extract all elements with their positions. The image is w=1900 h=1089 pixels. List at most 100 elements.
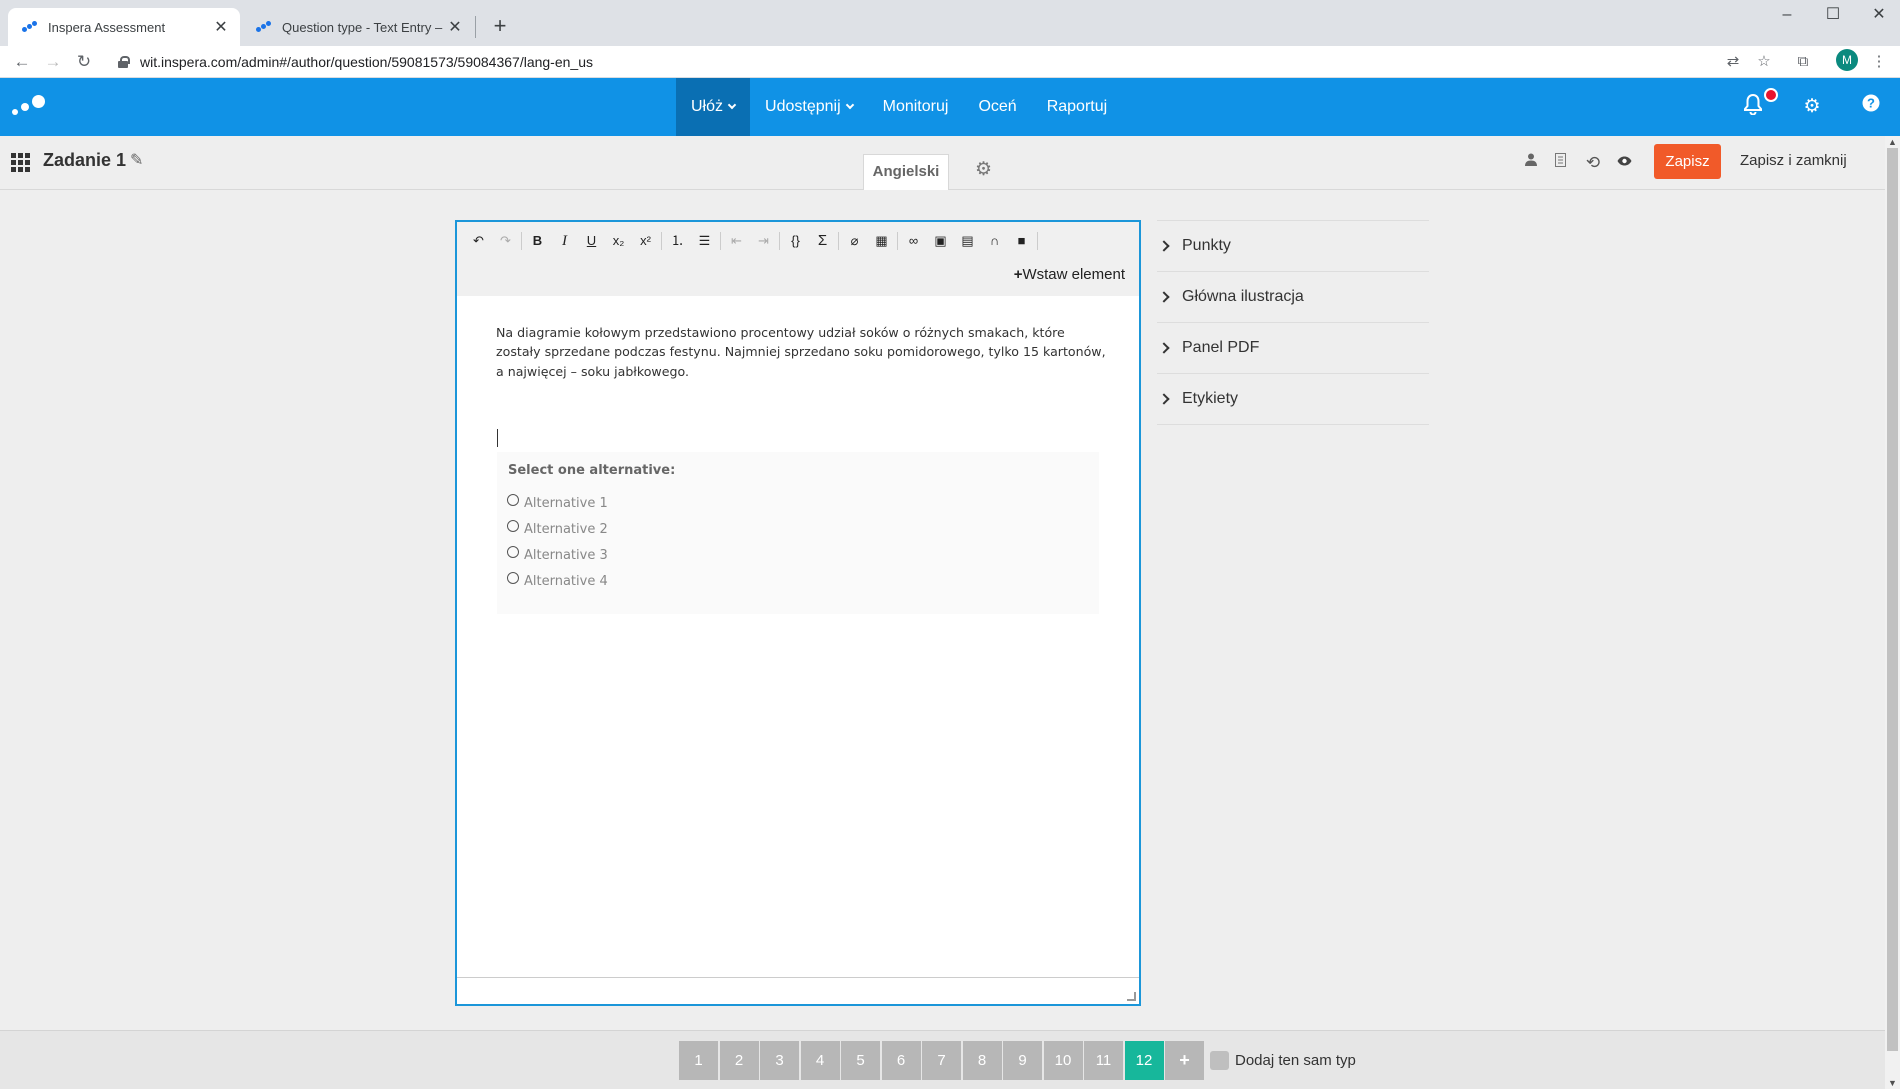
radio-button[interactable] [507, 546, 519, 558]
close-icon[interactable]: ✕ [212, 17, 230, 37]
scrollbar-thumb[interactable] [1887, 148, 1898, 1051]
alternative-item[interactable]: Alternative 2 [507, 516, 608, 542]
page-button[interactable]: 9 [1003, 1041, 1042, 1080]
superscript-icon[interactable]: x² [632, 230, 659, 252]
page-button[interactable]: 4 [800, 1041, 840, 1080]
user-icon[interactable] [1521, 153, 1541, 170]
bullet-list-icon[interactable]: ☰ [691, 230, 718, 252]
maximize-icon[interactable]: ☐ [1810, 0, 1856, 30]
menu-dots-icon[interactable]: ⋮ [1868, 51, 1890, 73]
same-type-checkbox[interactable] [1210, 1051, 1229, 1070]
alternative-label: Alternative 1 [524, 495, 608, 511]
inspera-logo[interactable] [12, 95, 48, 119]
document-icon[interactable] [1550, 153, 1570, 171]
forward-icon[interactable]: → [41, 50, 65, 74]
preview-eye-icon[interactable] [1614, 153, 1634, 170]
alternative-item[interactable]: Alternative 3 [507, 542, 608, 568]
italic-icon[interactable]: I [551, 230, 578, 252]
page-button[interactable]: 1 [679, 1041, 718, 1080]
audio-headphones-icon[interactable]: ∩ [981, 230, 1008, 252]
code-braces-icon[interactable]: {} [782, 230, 809, 252]
multiple-choice-block[interactable]: Select one alternative: Alternative 1 Al… [497, 452, 1099, 614]
bookmark-star-icon[interactable]: ☆ [1753, 51, 1775, 73]
page-button[interactable]: 3 [760, 1041, 799, 1080]
add-same-type-option[interactable]: Dodaj ten sam typ [1210, 1051, 1356, 1070]
save-button[interactable]: Zapisz [1654, 144, 1721, 179]
video-camera-icon[interactable]: ■ [1008, 230, 1035, 252]
radio-button[interactable] [507, 520, 519, 532]
outdent-icon[interactable]: ⇤ [723, 230, 750, 252]
indent-icon[interactable]: ⇥ [750, 230, 777, 252]
radio-button[interactable] [507, 572, 519, 584]
back-icon[interactable]: ← [10, 50, 34, 74]
new-tab-icon[interactable]: + [486, 12, 514, 40]
alternative-item[interactable]: Alternative 1 [507, 490, 608, 516]
accordion-etykiety[interactable]: Etykiety [1157, 374, 1429, 425]
scroll-down-arrow-icon[interactable]: ▼ [1888, 1078, 1897, 1088]
settings-gear-icon[interactable]: ⚙ [975, 158, 992, 181]
toolbar-divider [838, 232, 839, 250]
resize-handle-icon[interactable] [1127, 992, 1136, 1001]
nav-item-udostepnij[interactable]: Udostępnij [750, 78, 868, 136]
scroll-up-arrow-icon[interactable]: ▲ [1888, 137, 1897, 147]
accordion-label: Główna ilustracja [1182, 288, 1304, 305]
nav-item-monitoruj[interactable]: Monitoruj [868, 78, 964, 136]
attachment-icon[interactable]: ⌀ [841, 230, 868, 252]
page-button[interactable]: 11 [1084, 1041, 1123, 1080]
redo-icon[interactable]: ↷ [492, 230, 519, 252]
toolbar-divider [1037, 232, 1038, 250]
subscript-icon[interactable]: x₂ [605, 230, 632, 252]
link-icon[interactable]: ∞ [900, 230, 927, 252]
tab-language[interactable]: Angielski [863, 154, 949, 190]
undo-icon[interactable]: ↶ [465, 230, 492, 252]
numbered-list-icon[interactable]: ⒈ [664, 230, 691, 252]
accordion-punkty[interactable]: Punkty [1157, 221, 1429, 272]
reload-icon[interactable]: ↻ [72, 50, 96, 74]
tab-question-type[interactable]: Question type - Text Entry – Insp ✕ [242, 8, 474, 46]
bell-icon[interactable] [1739, 93, 1767, 121]
history-icon[interactable]: ⟲ [1583, 153, 1603, 173]
pdf-file-icon[interactable]: ▤ [954, 230, 981, 252]
page-button[interactable]: 6 [881, 1041, 921, 1080]
gear-icon[interactable]: ⚙ [1798, 93, 1826, 121]
accordion-glowna-ilustracja[interactable]: Główna ilustracja [1157, 272, 1429, 323]
nav-item-uloz[interactable]: Ułóż [676, 78, 751, 136]
chevron-down-icon [727, 100, 737, 110]
table-icon[interactable]: ▦ [868, 230, 895, 252]
nav-item-ocen[interactable]: Oceń [963, 78, 1031, 136]
page-button-active[interactable]: 12 [1124, 1041, 1164, 1080]
alternative-item[interactable]: Alternative 4 [507, 568, 608, 594]
underline-icon[interactable]: U [578, 230, 605, 252]
page-button[interactable]: 5 [841, 1041, 880, 1080]
page-button[interactable]: 10 [1043, 1041, 1083, 1080]
pencil-icon[interactable]: ✎ [130, 150, 143, 170]
add-question-button[interactable]: + [1165, 1041, 1204, 1080]
question-text[interactable]: Na diagramie kołowym przedstawiono proce… [496, 323, 1106, 381]
nav-item-raportuj[interactable]: Raportuj [1032, 78, 1122, 136]
insert-element-button[interactable]: +Wstaw element [1014, 266, 1125, 283]
grid-menu-icon[interactable] [11, 153, 32, 172]
translate-icon[interactable]: ⇄ [1722, 51, 1744, 73]
radio-button[interactable] [507, 494, 519, 506]
image-icon[interactable]: ▣ [927, 230, 954, 252]
extensions-icon[interactable]: ⧉ [1792, 51, 1814, 73]
browser-tabstrip: Inspera Assessment ✕ Question type - Tex… [0, 0, 1900, 46]
close-icon[interactable]: ✕ [446, 17, 464, 37]
bold-icon[interactable]: B [524, 230, 551, 252]
close-window-icon[interactable]: ✕ [1856, 0, 1900, 30]
choice-title: Select one alternative: [508, 463, 676, 478]
math-sigma-icon[interactable]: Σ [809, 230, 836, 252]
save-and-close-button[interactable]: Zapisz i zamknij [1740, 152, 1847, 169]
help-icon[interactable]: ? [1857, 93, 1885, 121]
editor-statusbar [457, 977, 1139, 1004]
page-button[interactable]: 7 [922, 1041, 961, 1080]
address-bar[interactable]: wit.inspera.com/admin#/author/question/5… [108, 49, 1763, 75]
minimize-icon[interactable]: – [1764, 0, 1810, 30]
tab-inspera-assessment[interactable]: Inspera Assessment ✕ [8, 8, 240, 46]
alternative-label: Alternative 3 [524, 547, 608, 563]
page-scrollbar[interactable]: ▲ ▼ [1885, 136, 1900, 1089]
page-button[interactable]: 2 [719, 1041, 759, 1080]
page-button[interactable]: 8 [962, 1041, 1002, 1080]
profile-avatar[interactable]: M [1836, 49, 1858, 71]
accordion-panel-pdf[interactable]: Panel PDF [1157, 323, 1429, 374]
